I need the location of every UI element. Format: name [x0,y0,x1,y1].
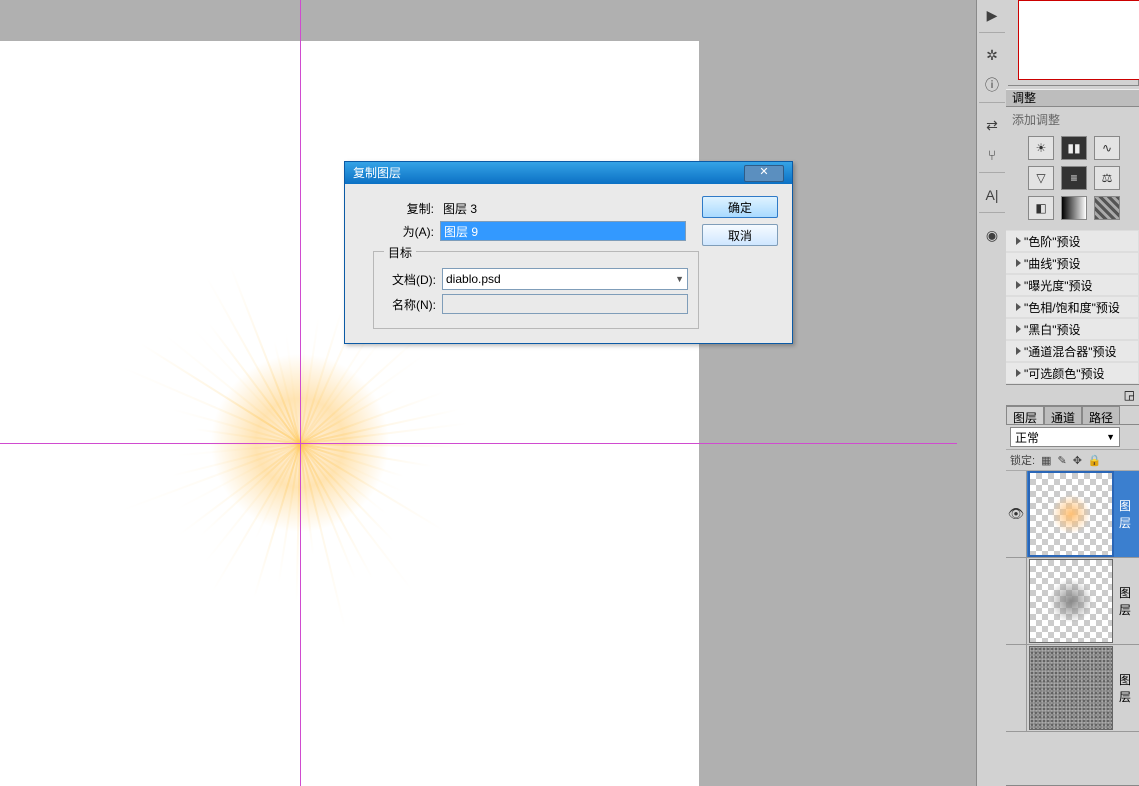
layer-visibility-toggle[interactable] [1006,645,1027,731]
copy-source-label: 复制: [359,200,440,217]
camera-icon[interactable]: ◉ [979,222,1005,248]
curves-icon[interactable]: ∿ [1094,136,1120,160]
document-label: 文档(D): [384,271,442,288]
triangle-right-icon [1016,347,1021,355]
layer-visibility-toggle[interactable]: 👁 [1006,471,1027,557]
as-label: 为(A): [359,223,440,240]
wheel-icon[interactable]: ✲ [979,42,1005,68]
dialog-titlebar[interactable]: 复制图层 ✕ [345,162,792,184]
navigator-view-box[interactable] [1018,0,1139,80]
dialog-close-button[interactable]: ✕ [744,165,784,182]
collapsed-panel-column: ▶ ✲ ⓘ ⇄ ⑂ A| ◉ [976,0,1008,786]
gradient-icon[interactable] [1061,196,1087,220]
right-panels: 调整 添加调整 ☀ ▮▮ ∿ ▽ ≡ ⚖ ◧ "色阶"预设"曲线"预设"曝光度"… [1006,0,1139,786]
text-icon[interactable]: A| [979,182,1005,208]
adjustments-add-label: 添加调整 [1006,107,1139,132]
layer-row[interactable]: 图层 [1006,558,1139,645]
preset-item[interactable]: "可选颜色"预设 [1006,362,1139,384]
layer-name[interactable]: 图层 [1115,671,1139,705]
preset-item[interactable]: "色阶"预设 [1006,230,1139,252]
triangle-right-icon [1016,369,1021,377]
levels-icon[interactable]: ▮▮ [1061,136,1087,160]
lock-move-icon[interactable]: ✥ [1073,454,1082,467]
preset-item[interactable]: "色相/饱和度"预设 [1006,296,1139,318]
preset-item[interactable]: "通道混合器"预设 [1006,340,1139,362]
vibrance-icon[interactable]: ▽ [1028,166,1054,190]
triangle-right-icon [1016,237,1021,245]
invert-icon[interactable]: ◧ [1028,196,1054,220]
lock-label: 锁定: [1010,452,1035,468]
info-icon[interactable]: ⓘ [979,72,1005,98]
dialog-title-text: 复制图层 [353,162,401,184]
chevron-down-icon: ▼ [675,274,684,284]
balance-icon[interactable]: ⚖ [1094,166,1120,190]
name-label: 名称(N): [384,296,442,313]
copy-source-value: 图层 3 [440,200,477,217]
triangle-right-icon [1016,303,1021,311]
layer-visibility-toggle[interactable] [1006,558,1027,644]
swap-icon[interactable]: ⇄ [979,112,1005,138]
lock-row: 锁定: ▦ ✎ ✥ 🔒 [1006,450,1139,471]
triangle-right-icon [1016,259,1021,267]
pattern-icon[interactable] [1094,196,1120,220]
layer-thumbnail[interactable] [1029,559,1113,643]
lock-transparency-icon[interactable]: ▦ [1041,454,1051,467]
layer-name[interactable]: 图层 [1115,497,1139,531]
hue-icon[interactable]: ≡ [1061,166,1087,190]
play-icon[interactable]: ▶ [979,2,1005,28]
document-select[interactable]: diablo.psd ▼ [442,268,688,290]
navigator-panel[interactable] [1008,0,1139,86]
layer-row[interactable]: 👁 图层 [1006,471,1139,558]
document-select-value: diablo.psd [446,272,501,286]
preset-item[interactable]: "黑白"预设 [1006,318,1139,340]
lock-all-icon[interactable]: 🔒 [1088,454,1102,467]
eye-icon: 👁 [1008,506,1025,522]
cancel-button[interactable]: 取消 [702,224,778,246]
guide-horizontal[interactable] [0,443,957,444]
lock-paint-icon[interactable]: ✎ [1057,454,1066,467]
tab-layers[interactable]: 图层 [1006,406,1044,424]
layers-panel: 图层 通道 路径 正常 ▼ 锁定: ▦ ✎ ✥ 🔒 👁图层图层图层 [1006,406,1139,786]
destination-group: 目标 文档(D): diablo.psd ▼ 名称(N): [373,251,699,329]
duplicate-layer-dialog: 复制图层 ✕ 复制: 图层 3 为(A): 目标 文档(D): diablo.p… [344,161,793,344]
layer-thumbnail[interactable] [1029,646,1113,730]
fork-icon[interactable]: ⑂ [979,142,1005,168]
triangle-right-icon [1016,325,1021,333]
layer-row[interactable]: 图层 [1006,645,1139,732]
tab-paths[interactable]: 路径 [1082,406,1120,424]
preset-item[interactable]: "曝光度"预设 [1006,274,1139,296]
triangle-right-icon [1016,281,1021,289]
as-input[interactable] [440,221,686,241]
name-input [442,294,688,314]
preset-item[interactable]: "曲线"预设 [1006,252,1139,274]
guide-vertical[interactable] [300,0,301,786]
ok-button[interactable]: 确定 [702,196,778,218]
adjustments-panel: 调整 添加调整 ☀ ▮▮ ∿ ▽ ≡ ⚖ ◧ "色阶"预设"曲线"预设"曝光度"… [1006,89,1139,406]
chevron-down-icon: ▼ [1106,432,1115,442]
destination-legend: 目标 [384,244,416,261]
brightness-icon[interactable]: ☀ [1028,136,1054,160]
adjustments-header[interactable]: 调整 [1006,89,1139,107]
adjust-resize-icon[interactable]: ◲ [1006,384,1139,405]
layer-thumbnail[interactable] [1029,472,1113,556]
tab-channels[interactable]: 通道 [1044,406,1082,424]
canvas-area[interactable] [0,0,957,786]
layer-name[interactable]: 图层 [1115,584,1139,618]
blend-mode-select[interactable]: 正常 ▼ [1010,427,1120,447]
